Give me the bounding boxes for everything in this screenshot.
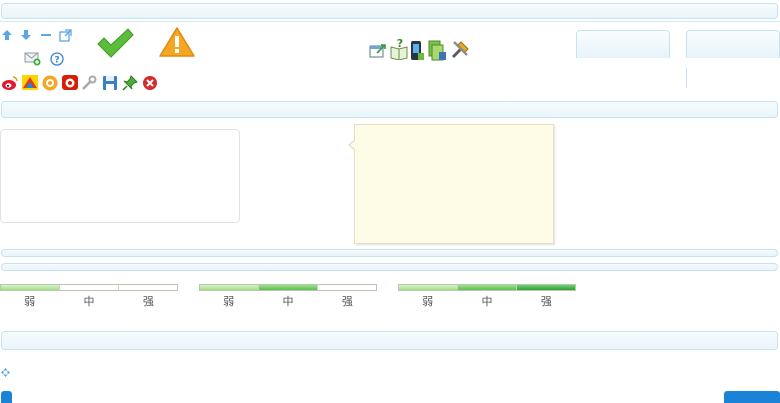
strength-seg-strong — [517, 285, 575, 290]
strength-label-weak: 弱 — [223, 295, 235, 308]
strength-label-weak: 弱 — [24, 295, 36, 308]
weibo-icon[interactable] — [1, 74, 19, 91]
divider-bar-1 — [1, 249, 778, 257]
strength-label-medium: 中 — [282, 295, 294, 308]
strength-seg-medium — [259, 285, 318, 290]
password-strength-medium: 弱 中 强 — [199, 284, 377, 309]
checkmark-icon — [95, 27, 135, 59]
strength-seg-strong — [119, 285, 177, 290]
tooltip-box — [354, 124, 554, 244]
top-divider — [0, 21, 780, 22]
tools-icon[interactable] — [450, 39, 471, 60]
strength-label-weak: 弱 — [422, 295, 434, 308]
footer-primary-button[interactable] — [724, 391, 780, 403]
export-icon[interactable] — [369, 41, 387, 59]
strength-label-medium: 中 — [481, 295, 493, 308]
move-handle-icon[interactable] — [1, 368, 10, 377]
arrow-down-icon[interactable] — [20, 29, 32, 41]
pin-icon[interactable] — [122, 75, 138, 91]
save-icon[interactable] — [102, 75, 118, 91]
footer-left-tab[interactable] — [1, 391, 12, 403]
strength-label-medium: 中 — [83, 295, 95, 308]
strength-bar — [398, 284, 576, 291]
tooltip-arrow-fill — [350, 140, 356, 150]
strength-seg-medium — [60, 285, 119, 290]
qzone-icon[interactable] — [21, 74, 39, 91]
section-bar — [1, 101, 778, 118]
strength-bar — [199, 284, 377, 291]
strength-seg-strong — [318, 285, 376, 290]
tab-2[interactable] — [686, 30, 780, 58]
mail-add-icon[interactable] — [24, 51, 41, 66]
strength-seg-weak — [1, 285, 60, 290]
strength-seg-medium — [458, 285, 517, 290]
help-icon[interactable]: ? — [50, 52, 64, 66]
tab-1[interactable] — [576, 30, 670, 58]
top-bar — [1, 3, 778, 19]
close-circle-icon[interactable] — [142, 75, 158, 91]
strength-label-strong: 强 — [142, 295, 154, 308]
password-strength-weak: 弱 中 强 — [0, 284, 178, 309]
svg-text:?: ? — [397, 38, 403, 50]
wangyi-icon[interactable] — [61, 74, 79, 91]
mobile-device-icon[interactable] — [410, 40, 424, 61]
wrench-icon[interactable] — [81, 75, 97, 91]
bottom-bar — [1, 331, 778, 350]
help-book-icon[interactable]: ? — [389, 38, 409, 60]
tab-panel-edge — [686, 68, 687, 88]
content-panel — [0, 129, 240, 223]
document-stack-icon[interactable] — [427, 40, 447, 61]
svg-text:?: ? — [54, 56, 59, 66]
popout-icon[interactable] — [59, 29, 72, 42]
password-strength-strong: 弱 中 强 — [398, 284, 576, 309]
strength-bar — [0, 284, 178, 291]
strength-label-strong: 强 — [540, 295, 552, 308]
strength-label-strong: 强 — [341, 295, 353, 308]
arrow-up-icon[interactable] — [1, 29, 13, 41]
strength-seg-weak — [399, 285, 458, 290]
minimize-icon[interactable] — [40, 29, 52, 41]
warning-icon — [158, 26, 196, 58]
tencent-weibo-icon[interactable] — [41, 74, 59, 91]
divider-bar-2 — [1, 263, 778, 271]
strength-seg-weak — [200, 285, 259, 290]
